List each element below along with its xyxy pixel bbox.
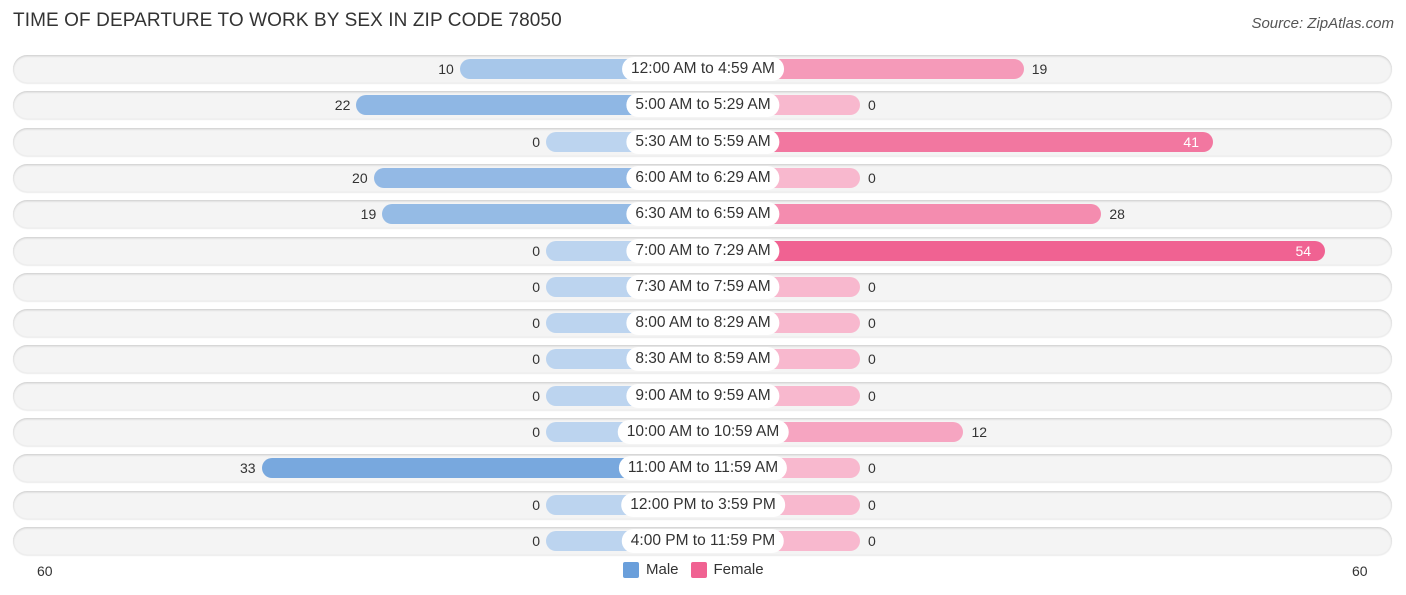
male-value-label: 0	[532, 387, 540, 404]
category-label: 7:30 AM to 7:59 AM	[626, 274, 780, 299]
category-label: 5:30 AM to 5:59 AM	[626, 129, 780, 154]
male-value-label: 0	[532, 532, 540, 549]
male-value-label: 10	[438, 61, 454, 77]
female-value-label: 0	[868, 460, 876, 477]
female-value-label: 0	[868, 351, 876, 368]
legend-female-swatch	[690, 561, 707, 578]
axis-right-label: 60	[1352, 563, 1368, 579]
chart-title: TIME OF DEPARTURE TO WORK BY SEX IN ZIP …	[13, 10, 562, 31]
category-label: 4:00 PM to 11:59 PM	[621, 528, 785, 553]
female-value-label: 19	[1031, 61, 1048, 77]
female-value-label: 0	[868, 278, 876, 295]
female-bar[interactable]	[703, 131, 1214, 152]
female-value-label: 54	[1295, 242, 1312, 259]
category-label: 8:00 AM to 8:29 AM	[626, 311, 780, 336]
male-value-label: 0	[532, 133, 540, 150]
female-value-label: 28	[1109, 206, 1125, 223]
male-value-label: 22	[334, 97, 351, 114]
category-label: 10:00 AM to 10:59 AM	[617, 420, 789, 444]
axis-left-label: 60	[37, 563, 53, 579]
legend-male-label: Male	[646, 561, 679, 578]
male-value-label: 19	[360, 206, 377, 223]
legend-male-swatch	[623, 561, 639, 578]
male-value-label: 20	[352, 169, 368, 186]
category-label: 11:00 AM to 11:59 AM	[618, 456, 788, 481]
male-value-label: 0	[532, 424, 540, 440]
female-value-label: 0	[868, 496, 876, 513]
female-value-label: 0	[868, 315, 876, 332]
category-label: 7:00 AM to 7:29 AM	[626, 238, 780, 263]
category-label: 9:00 AM to 9:59 AM	[626, 383, 780, 408]
female-value-label: 12	[971, 424, 988, 440]
female-value-label: 0	[868, 532, 876, 549]
male-value-label: 0	[532, 496, 540, 513]
category-label: 6:30 AM to 6:59 AM	[626, 202, 780, 227]
male-value-label: 33	[239, 460, 256, 477]
category-label: 12:00 PM to 3:59 PM	[621, 492, 785, 517]
legend-female-label: Female	[713, 561, 764, 578]
female-value-label: 41	[1183, 133, 1199, 150]
female-value-label: 0	[868, 97, 876, 114]
category-label: 6:00 AM to 6:29 AM	[626, 165, 780, 190]
category-label: 12:00 AM to 4:59 AM	[622, 57, 784, 81]
category-label: 5:00 AM to 5:29 AM	[626, 93, 780, 118]
male-value-label: 0	[532, 351, 540, 368]
category-label: 8:30 AM to 8:59 AM	[626, 347, 780, 372]
female-value-label: 0	[868, 169, 876, 186]
male-value-label: 0	[532, 278, 540, 295]
male-value-label: 0	[532, 315, 540, 332]
legend: Male Female	[623, 561, 764, 578]
source-label: Source: ZipAtlas.com	[1251, 15, 1394, 32]
female-value-label: 0	[868, 387, 876, 404]
chart-container: TIME OF DEPARTURE TO WORK BY SEX IN ZIP …	[0, 0, 1406, 595]
male-value-label: 0	[532, 242, 540, 259]
female-bar[interactable]	[703, 240, 1326, 261]
